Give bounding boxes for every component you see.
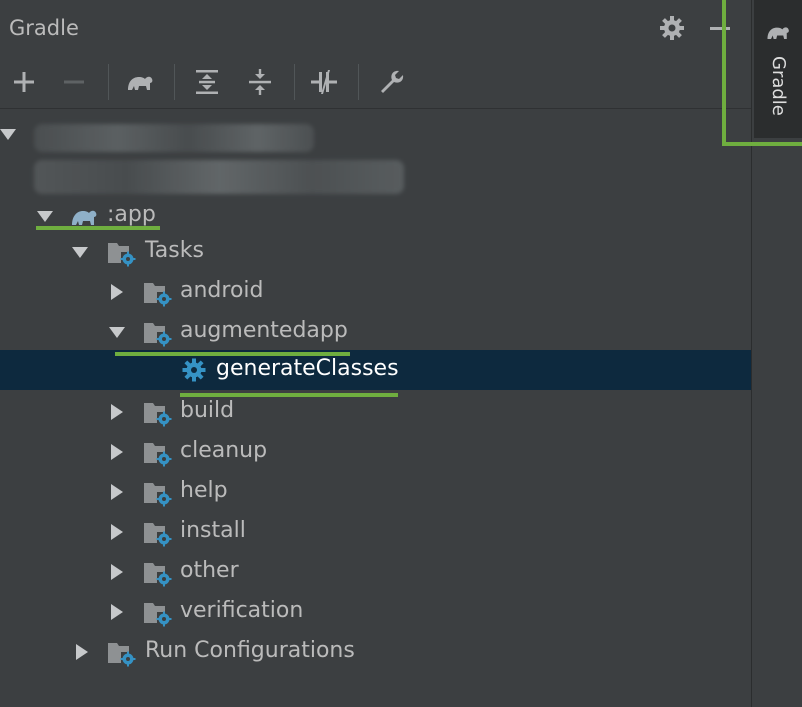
task-folder-icon: [143, 479, 172, 507]
minus-icon[interactable]: [706, 14, 734, 42]
task-group-label: android: [180, 278, 264, 303]
toggle-offline-icon[interactable]: [308, 66, 340, 98]
chevron-down-icon[interactable]: [0, 126, 16, 142]
plus-icon[interactable]: [8, 66, 40, 98]
chevron-right-icon[interactable]: [74, 644, 90, 660]
highlight-underline: [36, 226, 160, 230]
minus-icon[interactable]: [58, 66, 90, 98]
tasks-label: Tasks: [145, 238, 204, 263]
tree-row-tasks[interactable]: Tasks: [0, 232, 751, 272]
tree-row-cleanup[interactable]: cleanup: [0, 432, 751, 472]
tree-row-app[interactable]: :app: [0, 196, 751, 236]
highlight-underline: [115, 352, 350, 356]
chevron-right-icon[interactable]: [109, 604, 125, 620]
run-configurations-label: Run Configurations: [145, 638, 355, 663]
tree-row-other[interactable]: other: [0, 552, 751, 592]
expand-all-icon[interactable]: [191, 66, 223, 98]
tree-row-run-configurations[interactable]: Run Configurations: [0, 632, 751, 672]
task-folder-icon: [143, 319, 172, 347]
chevron-right-icon[interactable]: [109, 404, 125, 420]
task-folder-icon: [143, 399, 172, 427]
elephant-icon: [69, 201, 97, 227]
tree-row-build[interactable]: build: [0, 392, 751, 432]
side-tab-label: Gradle: [768, 56, 789, 116]
chevron-right-icon[interactable]: [109, 444, 125, 460]
task-group-label: other: [180, 558, 239, 583]
task-group-label: build: [180, 398, 235, 423]
highlight-frame: [722, 0, 726, 146]
elephant-icon[interactable]: [124, 66, 156, 98]
task-group-label: install: [180, 518, 246, 543]
task-label: generateClasses: [216, 356, 399, 381]
toolbar-separator: [108, 64, 109, 100]
gear-icon[interactable]: [658, 14, 686, 42]
task-folder-icon: [143, 559, 172, 587]
chevron-right-icon[interactable]: [109, 284, 125, 300]
chevron-right-icon[interactable]: [109, 524, 125, 540]
wrench-icon[interactable]: [376, 66, 408, 98]
toolbar: [0, 56, 751, 109]
task-folder-icon: [107, 639, 136, 667]
elephant-icon: [764, 18, 792, 46]
gradle-project-tree: :app Tasks android augmentedapp generate…: [0, 110, 751, 707]
tree-row-generate-classes[interactable]: generateClasses: [0, 350, 751, 390]
tree-row-install[interactable]: install: [0, 512, 751, 552]
task-folder-icon: [143, 519, 172, 547]
module-label: :app: [107, 202, 156, 227]
task-folder-icon: [107, 239, 136, 267]
tree-row-help[interactable]: help: [0, 472, 751, 512]
highlight-underline: [180, 393, 398, 397]
task-folder-icon: [143, 279, 172, 307]
tool-window-title: Gradle: [9, 16, 79, 40]
collapse-all-icon[interactable]: [244, 66, 276, 98]
toolbar-separator: [358, 64, 359, 100]
highlight-frame: [722, 142, 802, 146]
right-tool-stripe: Gradle: [751, 0, 802, 707]
gradle-tool-window: Gradle:app Tasks android augmentedapp g…: [0, 0, 751, 707]
gradle-side-tab[interactable]: Gradle: [754, 0, 802, 138]
redacted-project-name: [34, 124, 314, 152]
chevron-right-icon[interactable]: [109, 484, 125, 500]
tree-row-verification[interactable]: verification: [0, 592, 751, 632]
task-folder-icon: [143, 599, 172, 627]
chevron-right-icon[interactable]: [109, 564, 125, 580]
tool-window-header: Gradle: [0, 0, 751, 56]
task-group-label: augmentedapp: [180, 318, 348, 343]
tree-row-augmentedapp[interactable]: augmentedapp: [0, 312, 751, 352]
task-group-label: cleanup: [180, 438, 268, 463]
toolbar-separator: [174, 64, 175, 100]
redacted-project-path: [34, 160, 404, 194]
tree-row-android[interactable]: android: [0, 272, 751, 312]
task-folder-icon: [143, 439, 172, 467]
task-group-label: verification: [180, 598, 304, 623]
toolbar-separator: [294, 64, 295, 100]
gear-icon: [181, 357, 207, 383]
chevron-down-icon[interactable]: [37, 208, 53, 224]
tree-row-root-project[interactable]: [0, 114, 751, 198]
chevron-down-icon[interactable]: [109, 324, 125, 340]
task-group-label: help: [180, 478, 228, 503]
chevron-down-icon[interactable]: [72, 244, 88, 260]
